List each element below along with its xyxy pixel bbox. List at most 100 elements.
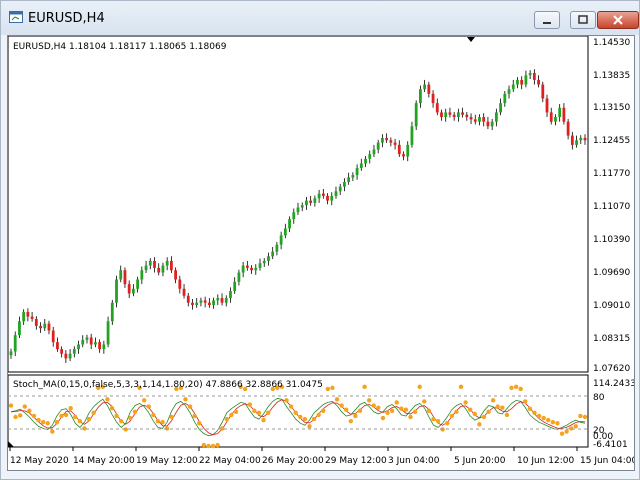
bear-candle — [461, 112, 465, 115]
price-label: 1.11770 — [593, 169, 630, 179]
indicator-dot — [63, 412, 69, 418]
indicator-max-label: 114.2433 — [593, 379, 634, 389]
bull-candle — [528, 72, 532, 76]
bull-candle — [490, 121, 494, 127]
price-label: 1.09010 — [593, 301, 630, 311]
indicator-dot — [302, 416, 308, 422]
indicator-dot — [449, 413, 455, 419]
bull-candle — [414, 103, 418, 127]
bear-candle — [427, 84, 431, 94]
bear-candle — [245, 265, 249, 268]
bull-candle — [229, 291, 232, 299]
indicator-dot — [578, 413, 583, 419]
indicator-dot — [247, 402, 252, 407]
bear-candle — [98, 342, 102, 350]
bull-candle — [478, 117, 481, 122]
indicator-dot — [380, 415, 386, 421]
price-label: 1.10390 — [593, 235, 630, 245]
bull-candle — [355, 168, 359, 176]
indicator-dot — [344, 407, 349, 412]
bull-candle — [364, 158, 367, 164]
indicator-dot — [82, 426, 87, 431]
bear-candle — [469, 117, 473, 120]
title-bar[interactable]: EURUSD,H4 — [1, 1, 639, 35]
bull-candle — [381, 137, 384, 143]
indicator-dot — [50, 429, 55, 434]
bear-candle — [326, 195, 329, 201]
indicator-dot — [54, 420, 60, 425]
indicator-dot — [261, 417, 266, 423]
bear-candle — [220, 298, 224, 303]
chart-window-icon — [9, 11, 23, 23]
bull-candle — [241, 265, 245, 273]
indicator-dot — [8, 403, 14, 408]
maximize-button[interactable] — [570, 11, 596, 29]
bull-candle — [343, 182, 346, 187]
time-label: 19 May 12:00 — [136, 456, 198, 466]
bull-candle — [347, 177, 351, 183]
indicator-dot — [348, 418, 354, 424]
bull-candle — [338, 186, 342, 192]
indicator-dot — [582, 414, 588, 420]
minimize-button[interactable] — [534, 11, 560, 29]
time-label: 14 May 20:00 — [73, 456, 135, 466]
bear-candle — [482, 117, 486, 122]
indicator-dot — [164, 426, 170, 431]
indicator-axis[interactable]: 114.2433 80 20 0.00 -6.4101 — [593, 379, 636, 450]
indicator-dot — [504, 412, 510, 418]
bear-candle — [541, 84, 545, 99]
indicator-dot — [141, 398, 147, 403]
price-label: 1.11070 — [593, 202, 630, 212]
bull-candle — [516, 79, 519, 85]
bull-candle — [283, 228, 287, 236]
indicator-dot — [36, 417, 41, 423]
indicator-dot — [160, 420, 165, 425]
indicator-dot — [435, 418, 441, 424]
bull-candle — [292, 212, 296, 220]
time-axis[interactable]: 12 May 2020 14 May 20:00 19 May 12:00 22… — [9, 447, 637, 466]
chart-canvas[interactable]: EURUSD,H4 1.18104 1.18117 1.18065 1.1806… — [7, 35, 637, 470]
bull-candle — [507, 89, 511, 94]
indicator-dot — [472, 411, 477, 417]
bull-candle — [300, 205, 304, 208]
bear-candle — [545, 98, 549, 113]
indicator-dot — [389, 408, 395, 413]
bear-candle — [191, 302, 194, 306]
price-axis[interactable]: 1.14530 1.13835 1.13150 1.12455 1.11770 … — [593, 38, 630, 374]
indicator-dot — [233, 409, 239, 414]
indicator-dot — [284, 398, 289, 403]
indicator-dot — [385, 410, 390, 416]
indicator-dot — [376, 405, 381, 410]
bull-candle — [317, 193, 321, 199]
indicator-dot — [45, 421, 50, 426]
bull-candle — [499, 103, 502, 113]
bull-candle — [296, 207, 300, 213]
indicator-dot — [307, 424, 312, 429]
bull-candle — [237, 272, 241, 282]
indicator-level-high-label: 80 — [593, 393, 605, 403]
bull-candle — [444, 112, 448, 118]
bear-candle — [389, 140, 393, 143]
bull-candle — [13, 335, 17, 352]
bull-candle — [161, 265, 165, 273]
time-label: 22 May 04:00 — [199, 456, 261, 466]
indicator-dot — [536, 413, 542, 419]
bear-candle — [570, 135, 574, 145]
indicator-dot — [495, 404, 500, 409]
chart-area[interactable]: EURUSD,H4 1.18104 1.18117 1.18065 1.1806… — [7, 35, 637, 471]
price-label: 1.08315 — [593, 334, 630, 344]
bear-candle — [56, 342, 59, 350]
time-label: 15 Jun 04:00 — [580, 456, 634, 466]
bear-candle — [174, 270, 178, 280]
bull-candle — [212, 300, 215, 306]
indicator-dot — [408, 414, 413, 420]
bull-candle — [199, 300, 203, 303]
bear-candle — [583, 137, 587, 141]
bull-candle — [423, 84, 427, 90]
bear-candle — [452, 114, 456, 118]
indicator-dot — [73, 414, 78, 420]
price-label: 1.13835 — [593, 71, 630, 81]
close-button[interactable] — [597, 11, 639, 29]
indicator-dot — [256, 410, 262, 416]
bull-candle — [85, 337, 89, 340]
